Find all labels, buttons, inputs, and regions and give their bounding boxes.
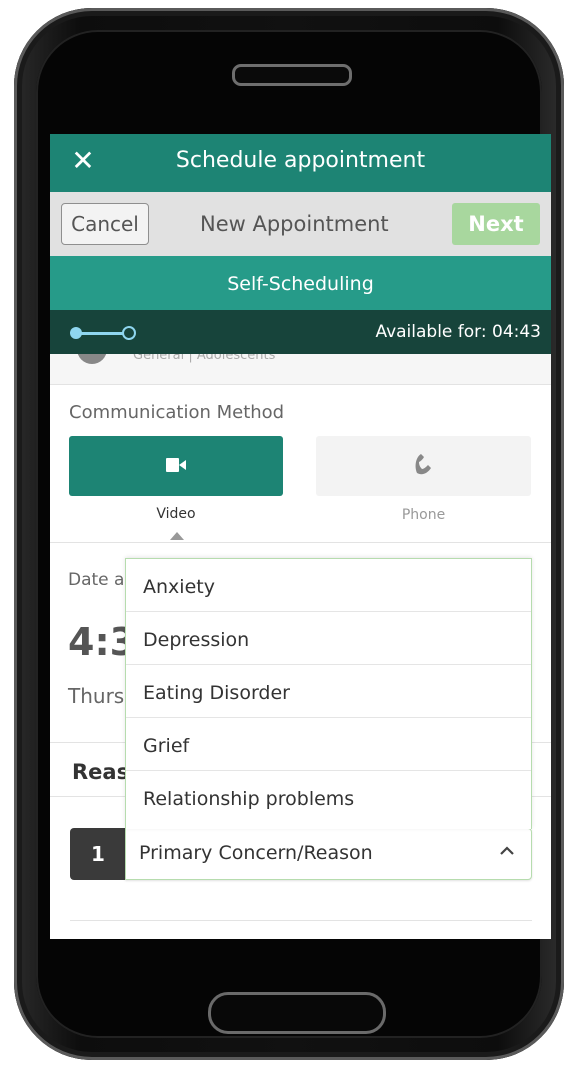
- next-button[interactable]: Next: [452, 203, 540, 245]
- video-option-button[interactable]: [69, 436, 283, 496]
- step-dot-pending: [122, 326, 136, 340]
- progress-line: [80, 332, 126, 335]
- phone-option-button[interactable]: [316, 436, 531, 496]
- availability-timer: Available for: 04:43: [375, 322, 541, 342]
- primary-concern-select[interactable]: Primary Concern/Reason: [125, 828, 532, 880]
- appointment-date: Thurs: [68, 684, 125, 708]
- reason-heading: Reas: [72, 760, 130, 784]
- dropdown-option[interactable]: Relationship problems: [126, 771, 531, 828]
- select-value: Primary Concern/Reason: [139, 842, 373, 864]
- step-progress-indicator: [70, 325, 136, 341]
- section-divider: [50, 542, 551, 543]
- video-camera-icon: [166, 458, 186, 472]
- provider-subtitle: General | Adolescents: [133, 354, 276, 363]
- chevron-up-icon: [500, 846, 514, 855]
- dropdown-option[interactable]: Anxiety: [126, 559, 531, 612]
- app-screen: ✕ Schedule appointment Cancel New Appoin…: [50, 134, 551, 939]
- step-dot-completed: [70, 327, 82, 339]
- section-divider: [70, 920, 532, 921]
- self-scheduling-banner: Self-Scheduling: [50, 256, 551, 310]
- communication-method-label: Communication Method: [69, 402, 285, 423]
- date-time-label: Date a: [68, 570, 125, 590]
- subheader: Cancel New Appointment Next: [50, 192, 551, 256]
- phone-option-label: Phone: [401, 507, 446, 523]
- home-button[interactable]: [208, 992, 386, 1034]
- avatar: [77, 354, 107, 364]
- app-header: ✕ Schedule appointment: [50, 134, 551, 192]
- cancel-button[interactable]: Cancel: [61, 203, 149, 245]
- header-title: Schedule appointment: [175, 148, 426, 173]
- dropdown-option[interactable]: Grief: [126, 718, 531, 771]
- dropdown-option[interactable]: Eating Disorder: [126, 665, 531, 718]
- provider-card[interactable]: General | Adolescents: [50, 354, 551, 385]
- dropdown-option[interactable]: Depression: [126, 612, 531, 665]
- reason-number-badge: 1: [70, 828, 126, 880]
- selection-pointer-icon: [170, 532, 184, 540]
- concern-dropdown-menu: Anxiety Depression Eating Disorder Grief…: [125, 558, 532, 829]
- progress-bar: Available for: 04:43: [50, 310, 551, 354]
- speaker-grille: [232, 64, 352, 86]
- video-option-label: Video: [156, 506, 196, 522]
- phone-icon: [415, 454, 431, 475]
- subheader-title: New Appointment: [200, 212, 389, 236]
